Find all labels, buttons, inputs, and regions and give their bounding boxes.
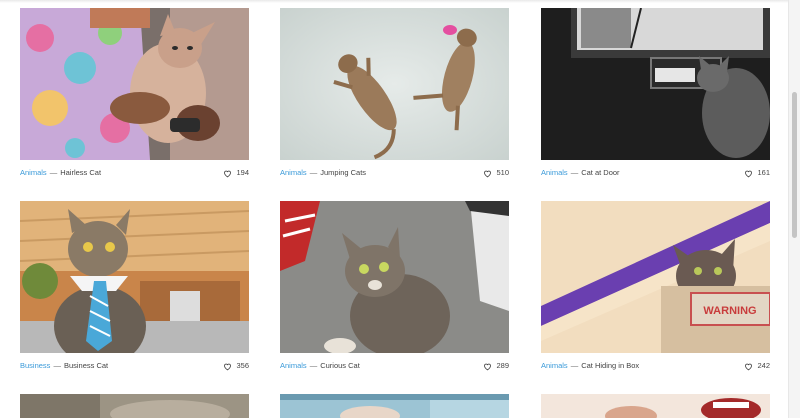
photo-thumbnail-cat-at-door[interactable]	[541, 8, 770, 160]
category-link[interactable]: Animals	[541, 359, 568, 373]
heart-outline-icon	[745, 363, 753, 370]
partial-photo-image	[280, 394, 509, 418]
cat-at-door-image	[541, 8, 770, 160]
photo-caption: Animals — Cat Hiding in Box 242	[541, 359, 770, 373]
photo-caption: Animals — Hairless Cat 194	[20, 166, 249, 180]
photo-thumbnail-partial[interactable]	[280, 394, 509, 418]
photo-title: Cat Hiding in Box	[581, 361, 640, 370]
photo-card: Animals — Curious Cat 289	[280, 201, 509, 370]
like-button[interactable]: 161	[744, 166, 770, 180]
like-count: 242	[757, 361, 770, 370]
photo-thumbnail-hairless-cat[interactable]	[20, 8, 249, 160]
partial-photo-image	[541, 394, 770, 418]
category-link[interactable]: Business	[20, 359, 50, 373]
business-cat-image	[20, 201, 249, 353]
photo-card	[20, 394, 249, 418]
like-count: 289	[496, 361, 509, 370]
category-link[interactable]: Animals	[280, 166, 307, 180]
photo-caption: Business — Business Cat 356	[20, 359, 249, 373]
like-count: 194	[236, 168, 249, 177]
curious-cat-image	[280, 201, 509, 353]
category-link[interactable]: Animals	[541, 166, 568, 180]
heart-outline-icon	[484, 170, 492, 177]
photo-thumbnail-cat-hiding-in-box[interactable]: WARNING	[541, 201, 770, 353]
like-button[interactable]: 289	[483, 359, 509, 373]
photo-card: Animals — Hairless Cat 194	[20, 8, 249, 177]
heart-outline-icon	[224, 363, 232, 370]
heart-outline-icon	[484, 363, 492, 370]
heart-outline-icon	[745, 170, 753, 177]
photo-title: Jumping Cats	[320, 168, 367, 177]
photo-card: Animals — Jumping Cats 510	[280, 8, 509, 177]
like-count: 161	[757, 168, 770, 177]
photo-gallery-grid: Animals — Hairless Cat 194 Animals — Jum…	[0, 0, 789, 418]
photo-title: Cat at Door	[581, 168, 620, 177]
category-link[interactable]: Animals	[280, 359, 307, 373]
caption-separator: —	[570, 361, 579, 370]
photo-card	[280, 394, 509, 418]
photo-thumbnail-partial[interactable]	[20, 394, 249, 418]
photo-card	[541, 394, 770, 418]
like-button[interactable]: 356	[223, 359, 249, 373]
photo-caption: Animals — Cat at Door 161	[541, 166, 770, 180]
photo-card: WARNING Animals — Cat Hiding in Box 242	[541, 201, 770, 370]
category-link[interactable]: Animals	[20, 166, 47, 180]
photo-card: Animals — Cat at Door 161	[541, 8, 770, 177]
photo-card: Business — Business Cat 356	[20, 201, 249, 370]
cat-hiding-in-box-image: WARNING	[541, 201, 770, 353]
partial-photo-image	[20, 394, 249, 418]
like-button[interactable]: 194	[223, 166, 249, 180]
caption-separator: —	[309, 361, 318, 370]
heart-outline-icon	[224, 170, 232, 177]
caption-separator: —	[49, 168, 58, 177]
like-count: 510	[496, 168, 509, 177]
caption-separator: —	[309, 168, 318, 177]
jumping-cats-image	[280, 8, 509, 160]
scrollbar-thumb[interactable]	[792, 92, 797, 238]
photo-title: Business Cat	[63, 361, 109, 370]
photo-thumbnail-partial[interactable]	[541, 394, 770, 418]
caption-separator: —	[53, 361, 61, 370]
photo-title: Curious Cat	[320, 361, 360, 370]
like-count: 356	[236, 361, 249, 370]
hairless-cat-image	[20, 8, 249, 160]
like-button[interactable]: 242	[744, 359, 770, 373]
like-button[interactable]: 510	[483, 166, 509, 180]
photo-title: Hairless Cat	[60, 168, 102, 177]
photo-thumbnail-business-cat[interactable]	[20, 201, 249, 353]
page-scrollbar[interactable]	[788, 0, 800, 418]
photo-thumbnail-curious-cat[interactable]	[280, 201, 509, 353]
photo-caption: Animals — Jumping Cats 510	[280, 166, 509, 180]
caption-separator: —	[570, 168, 579, 177]
box-warning-text: WARNING	[703, 305, 756, 317]
photo-caption: Animals — Curious Cat 289	[280, 359, 509, 373]
photo-thumbnail-jumping-cats[interactable]	[280, 8, 509, 160]
